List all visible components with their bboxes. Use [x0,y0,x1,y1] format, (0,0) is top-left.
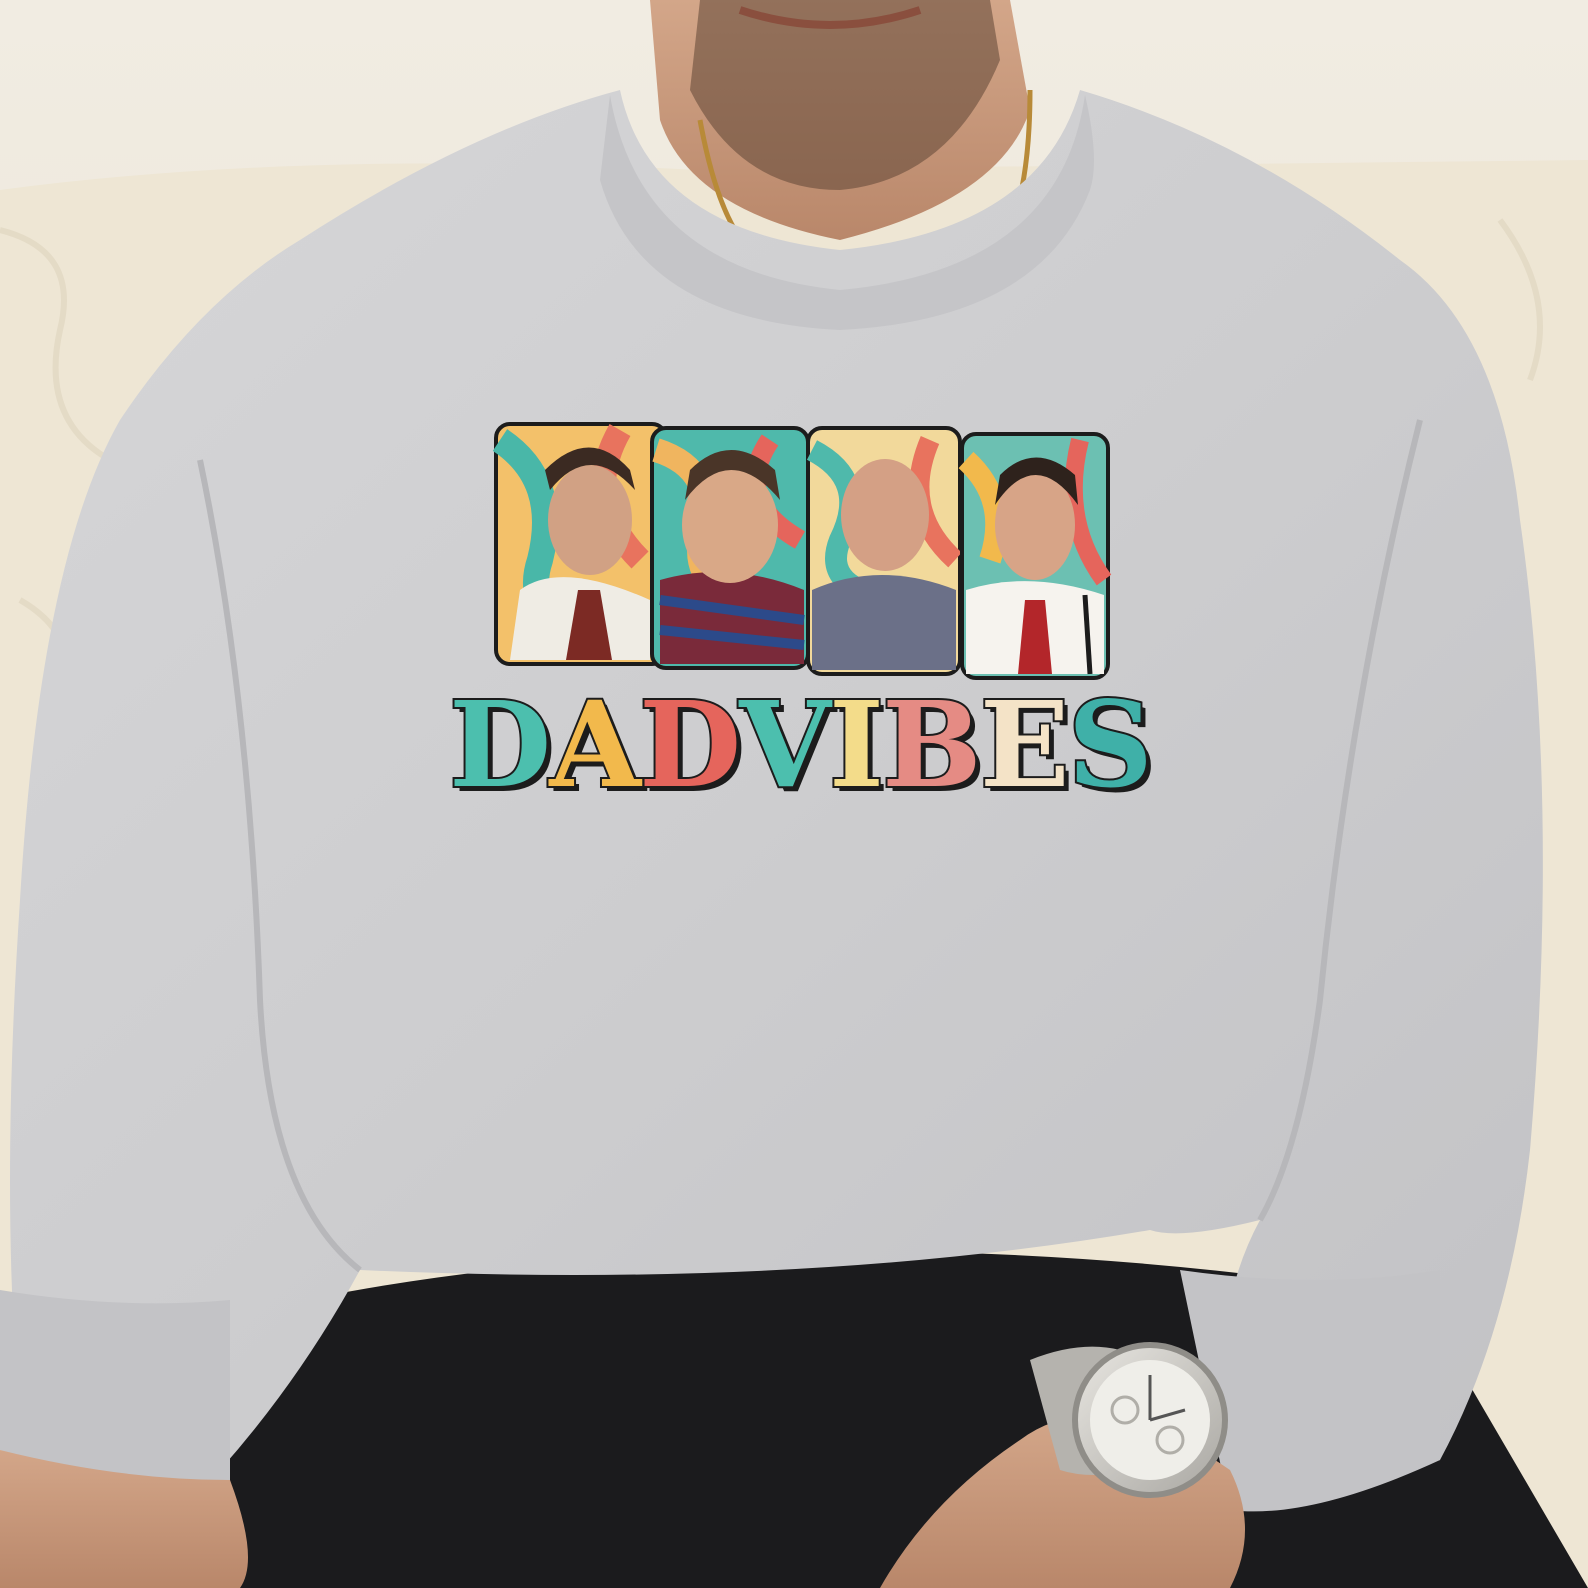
photo-panel-3 [806,426,962,676]
print-letter: D [637,675,743,814]
print-photo-panels [492,422,1112,680]
cuff-left [0,1290,230,1482]
print-letter: E [978,675,1072,814]
photo-panel-2 [650,426,810,670]
photo-panel-1 [492,422,668,666]
print-letter: D [447,675,553,814]
photo-panel-4 [958,432,1112,680]
print-letter: V [737,675,833,814]
print-text-dad-vibes: D A D V I B E S [447,675,1155,815]
print-letter: B [880,675,984,814]
print-letter: I [827,675,886,814]
print-letter: S [1066,675,1155,814]
print-letter: A [547,675,643,814]
